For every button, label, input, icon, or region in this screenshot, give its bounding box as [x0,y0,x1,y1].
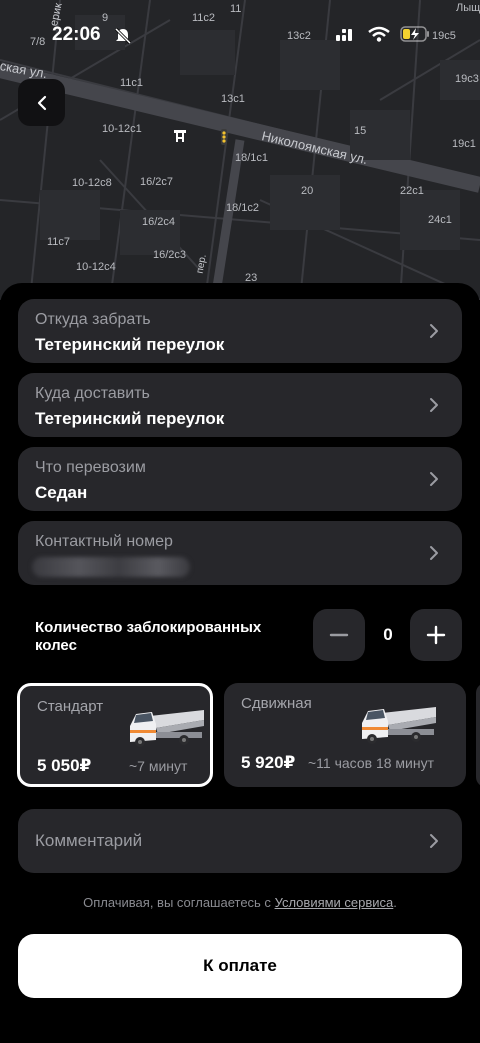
phone-value-blurred [32,557,190,577]
field-label: Контактный номер [35,533,173,550]
map-label: 10-12c1 [102,123,142,135]
map-label: 19c3 [455,73,479,85]
bell-muted-icon [114,27,132,45]
comment-field[interactable]: Комментарий [18,809,462,873]
map-label: 22c1 [400,185,424,197]
comment-label: Комментарий [35,831,143,850]
map-label: 15 [354,125,367,137]
tariff-card-standard[interactable]: Стандарт 5 050₽ ~7 минут [17,683,213,787]
tow-truck-icon [362,707,436,744]
chevron-right-icon [430,546,438,560]
map-label: 24c1 [428,214,452,226]
terms-suffix: . [393,895,397,910]
field-label: Откуда забрать [35,311,151,328]
cargo-field[interactable]: Что перевозим Седан [18,447,462,511]
tariff-name: Стандарт [37,698,104,715]
field-label: Что перевозим [35,459,146,476]
map-label: 11c7 [47,236,71,248]
chevron-left-icon [37,95,46,110]
status-bar: 22:06 [0,22,480,50]
chevron-right-icon [430,324,438,338]
map-label: 19c1 [452,138,476,150]
back-button[interactable] [18,79,65,126]
terms-prefix: Оплачивая, вы соглашаетесь с [83,895,275,910]
tariff-price: 5 920₽ [241,753,296,772]
contact-phone-field[interactable]: Контактный номер [18,521,462,585]
map-label: Лыщ [456,2,480,14]
from-address-field[interactable]: Откуда забрать Тетеринский переулок [18,299,462,363]
map-label: 11 [230,3,242,15]
chevron-right-icon [430,834,438,848]
battery-charging-icon [400,26,429,42]
tariff-eta: ~7 минут [129,758,188,774]
tariff-card-sliding[interactable]: Сдвижная 5 920₽ ~11 часов 18 минут [224,683,466,787]
map-label: 11c1 [120,77,144,89]
tariff-card-next[interactable] [476,683,480,787]
tow-truck-icon [130,710,204,747]
status-time: 22:06 [52,24,101,45]
wifi-icon [368,26,390,42]
map-label: 16/2c3 [153,249,187,261]
terms-notice: Оплачивая, вы соглашаетесь с Условиями с… [0,895,480,910]
map-label: 20 [301,185,314,197]
tariff-price: 5 050₽ [37,756,92,775]
field-value: Седан [35,483,88,502]
map-label: 10-12c4 [76,261,116,273]
pay-button[interactable]: К оплате [18,934,462,998]
map-label: 18/1c2 [226,202,260,214]
to-address-field[interactable]: Куда доставить Тетеринский переулок [18,373,462,437]
transport-stop-icon [174,130,186,142]
map-label: 10-12c8 [72,177,112,189]
field-value: Тетеринский переулок [35,335,225,354]
map-label: 18/1c1 [235,152,269,164]
chevron-right-icon [430,398,438,412]
decrement-button[interactable] [313,609,365,661]
order-sheet: Откуда забрать Тетеринский переулок Куда… [0,283,480,1043]
field-label: Куда доставить [35,385,150,402]
increment-button[interactable] [410,609,462,661]
chevron-right-icon [430,472,438,486]
minus-icon [329,633,349,637]
tariff-eta: ~11 часов 18 минут [308,755,434,771]
field-value: Тетеринский переулок [35,409,225,428]
traffic-light-icon [221,129,227,145]
map-label: 16/2c7 [140,176,174,188]
terms-of-service-link[interactable]: Условиями сервиса [275,895,394,910]
tariff-name: Сдвижная [241,695,312,712]
blocked-wheels-count: 0 [383,625,393,644]
plus-icon [426,625,446,645]
signal-icon [336,29,352,41]
map-label: 16/2c4 [142,216,176,228]
blocked-wheels-label: Количество заблокированных колес [35,619,262,654]
map-label: 13c1 [221,93,245,105]
